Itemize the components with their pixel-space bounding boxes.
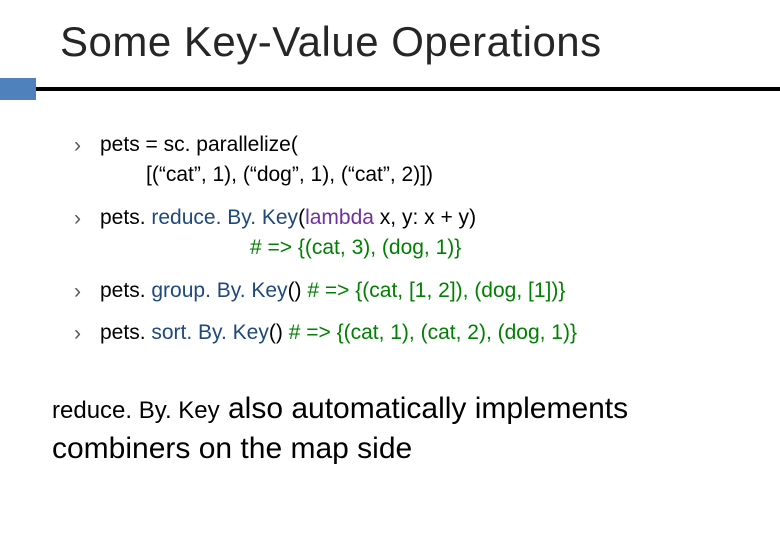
bullet-4-comment: # => {(cat, 1), (cat, 2), (dog, 1)} (289, 321, 577, 344)
content-area: pets = sc. parallelize( [(“cat”, 1), (“d… (0, 100, 780, 349)
accent-line (36, 87, 780, 91)
bullet-1-line1: pets = sc. parallelize( (100, 133, 298, 156)
bullet-3-pre: pets. (100, 279, 151, 302)
bullet-2-lambda-kw: lambda (305, 206, 374, 229)
slide-title: Some Key-Value Operations (0, 0, 780, 78)
bullet-2-paren-open: ( (298, 206, 305, 229)
bullet-4-method: sort. By. Key (151, 321, 268, 344)
footer-note: reduce. By. Key also automatically imple… (0, 361, 780, 470)
bullet-4-pre: pets. (100, 321, 151, 344)
accent-bar (0, 78, 780, 100)
bullet-2-method: reduce. By. Key (151, 206, 298, 229)
bullet-2-paren-close: ) (469, 206, 476, 229)
bullet-list: pets = sc. parallelize( [(“cat”, 1), (“d… (74, 130, 720, 349)
bullet-2-pre: pets. (100, 206, 151, 229)
footer-code: reduce. By. Key (52, 397, 220, 424)
slide: Some Key-Value Operations pets = sc. par… (0, 0, 780, 540)
bullet-2-comment: # => {(cat, 3), (dog, 1)} (100, 233, 720, 263)
bullet-4-after: () (269, 321, 289, 344)
bullet-3-comment: # => {(cat, [1, 2]), (dog, [1])} (307, 279, 565, 302)
bullet-3-method: group. By. Key (151, 279, 287, 302)
bullet-2: pets. reduce. By. Key(lambda x, y: x + y… (74, 203, 720, 264)
bullet-2-args: x, y: x + y (374, 206, 469, 229)
bullet-3-after: () (288, 279, 308, 302)
bullet-1: pets = sc. parallelize( [(“cat”, 1), (“d… (74, 130, 720, 191)
bullet-1-line2: [(“cat”, 1), (“dog”, 1), (“cat”, 2)]) (100, 160, 720, 190)
bullet-3: pets. group. By. Key() # => {(cat, [1, 2… (74, 276, 720, 306)
bullet-4: pets. sort. By. Key() # => {(cat, 1), (c… (74, 318, 720, 348)
accent-block (0, 78, 36, 100)
